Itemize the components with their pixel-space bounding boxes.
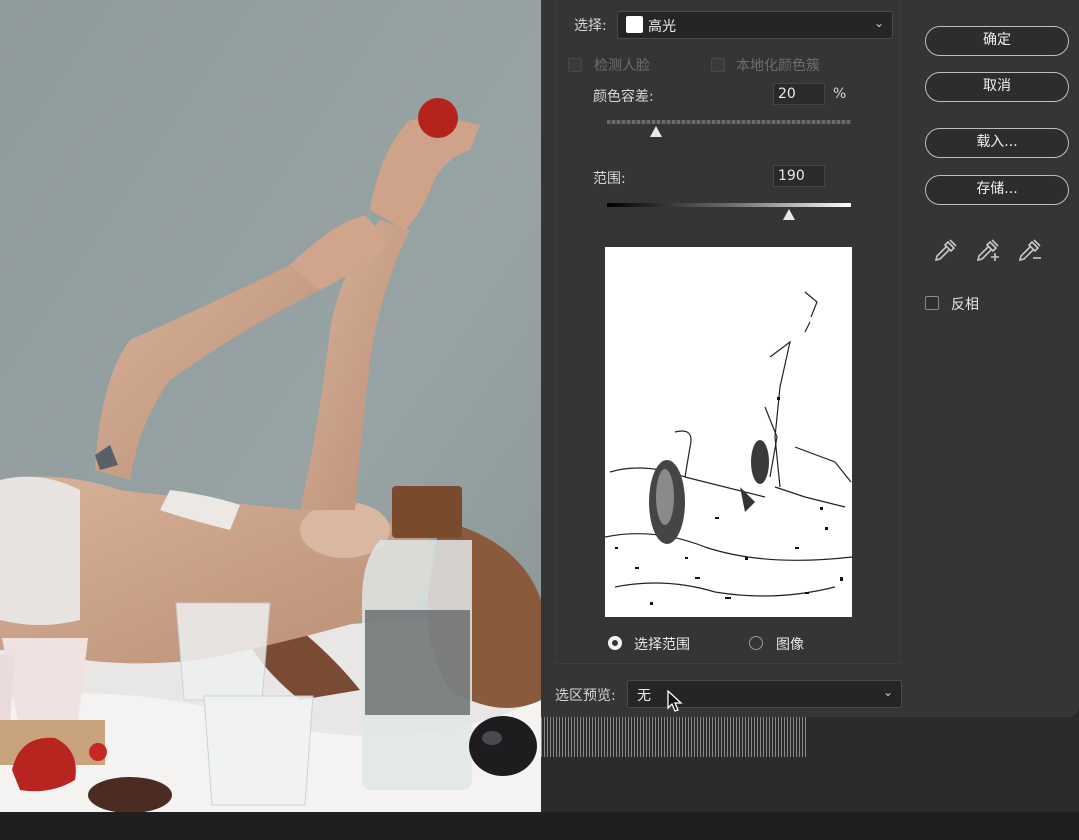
preview-label: 选区预览: [555, 688, 616, 704]
invert-checkbox[interactable] [925, 296, 939, 310]
photo-image [0, 0, 541, 812]
save-button[interactable]: 存储... [925, 175, 1069, 205]
selection-radio-label: 选择范围 [634, 637, 690, 653]
highlights-swatch [626, 16, 643, 33]
fuzziness-input[interactable]: 20 [773, 83, 825, 105]
canvas-bottom-area [0, 812, 1079, 840]
cancel-button[interactable]: 取消 [925, 72, 1069, 102]
image-radio-label: 图像 [776, 637, 804, 653]
range-label: 范围: [593, 171, 626, 187]
detect-faces-checkbox[interactable] [568, 58, 582, 72]
localized-clusters-label: 本地化颜色簇 [736, 58, 820, 74]
chevron-down-icon: ⌄ [873, 16, 884, 30]
eyedropper-icon[interactable] [932, 236, 960, 264]
fuzziness-slider-thumb[interactable] [649, 126, 662, 137]
selection-preview [605, 247, 852, 617]
fuzziness-slider-track[interactable] [607, 120, 851, 124]
eyedropper-subtract-icon[interactable] [1016, 236, 1044, 264]
fuzziness-label: 颜色容差: [593, 89, 654, 105]
range-slider-thumb[interactable] [782, 209, 795, 220]
range-slider-track[interactable] [607, 203, 851, 207]
render-artifact [541, 717, 806, 757]
chevron-down-icon: ⌄ [882, 685, 893, 699]
detect-faces-label: 检测人脸 [594, 58, 650, 74]
localized-clusters-checkbox[interactable] [711, 58, 725, 72]
load-button[interactable]: 载入... [925, 128, 1069, 158]
select-dropdown[interactable]: 高光 ⌄ [617, 11, 893, 39]
image-radio[interactable] [749, 636, 763, 650]
selection-mask-image [605, 291, 852, 605]
select-value: 高光 [648, 19, 676, 35]
eyedropper-add-icon[interactable] [974, 236, 1002, 264]
mouse-cursor-icon [667, 690, 683, 712]
select-label: 选择: [574, 18, 607, 34]
invert-label: 反相 [951, 297, 979, 313]
ok-button[interactable]: 确定 [925, 26, 1069, 56]
document-canvas[interactable] [0, 0, 541, 812]
range-input[interactable]: 190 [773, 165, 825, 187]
preview-value: 无 [637, 688, 651, 704]
fuzziness-unit: % [833, 86, 847, 102]
selection-radio[interactable] [608, 636, 622, 650]
